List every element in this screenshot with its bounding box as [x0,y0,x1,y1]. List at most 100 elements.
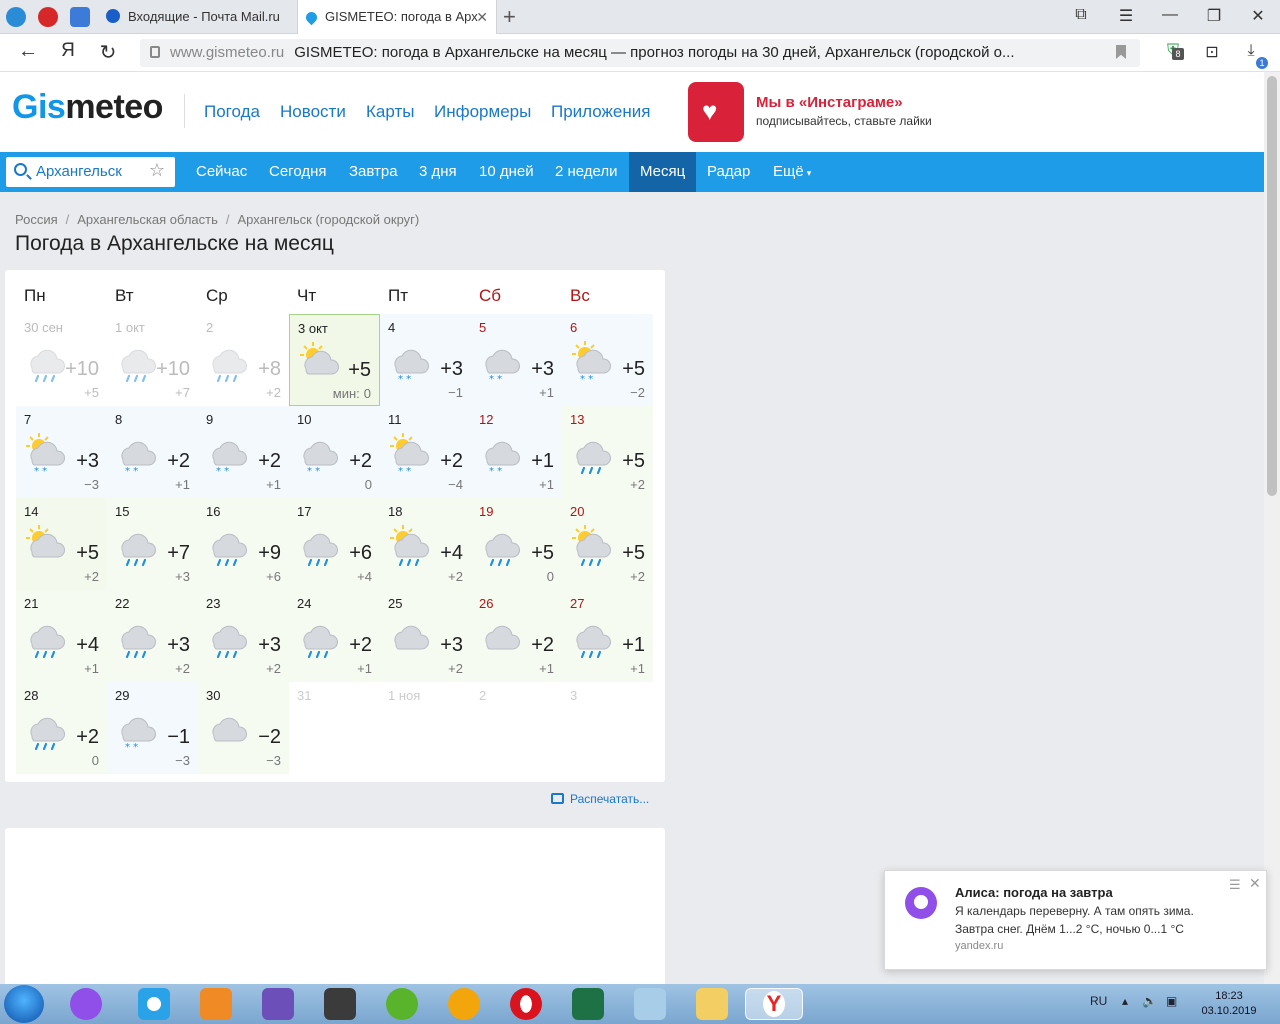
calendar-day[interactable]: 15 +7 +3 [107,498,198,590]
calendar-day[interactable]: 30 −2 −3 [198,682,289,774]
world-of-tanks-icon[interactable] [324,988,356,1020]
yandex-browser-taskbar-icon[interactable]: Y [745,988,803,1020]
notepad-icon[interactable] [634,988,666,1020]
calendar-day[interactable]: 9 * * +2 +1 [198,406,289,498]
calendar-day[interactable]: 25 +3 +2 [380,590,471,682]
scrollbar-thumb[interactable] [1267,76,1277,496]
calendar-day[interactable]: 7 * * +3 −3 [16,406,107,498]
calendar-day[interactable]: 16 +9 +6 [198,498,289,590]
calendar-day[interactable]: 17 +6 +4 [289,498,380,590]
tab-3-days[interactable]: 3 дня [408,152,468,192]
close-window-icon[interactable]: ✕ [1246,6,1270,26]
calendar-day[interactable]: 20 +5 +2 [562,498,653,590]
explorer-folder-icon[interactable] [696,988,728,1020]
tray-expand-icon[interactable]: ▴ [1122,994,1128,1008]
nav-informers[interactable]: Информеры [434,102,531,122]
day-min-temp: +2 [266,385,281,400]
calendar-day[interactable]: 8 * * +2 +1 [107,406,198,498]
tab-mail[interactable]: Входящие - Почта Mail.ru [98,0,296,34]
chat-icon[interactable] [70,7,90,27]
calendar-day[interactable]: 12 * * +1 +1 [471,406,562,498]
nav-weather[interactable]: Погода [204,102,260,122]
calendar-day[interactable]: 3 окт +5 мин: 0 [289,314,380,406]
utorrent-icon[interactable] [386,988,418,1020]
calendar-day[interactable]: 10 * * +2 0 [289,406,380,498]
instagram-promo-icon[interactable]: ♥ [688,82,744,142]
nav-news[interactable]: Новости [280,102,346,122]
media-player-icon[interactable] [200,988,232,1020]
network-icon[interactable]: ▣ [1166,994,1177,1008]
print-link[interactable]: Распечатать... [551,792,649,806]
breadcrumb-russia[interactable]: Россия [15,212,58,227]
tab-more[interactable]: Ещё ▾ [762,152,822,192]
yandex-icon[interactable]: Я [55,40,81,62]
calendar-day[interactable]: 27 +1 +1 [562,590,653,682]
city-search[interactable]: Архангельск ☆ [6,157,175,187]
restore-icon[interactable]: ❐ [1202,6,1226,26]
notification-close-icon[interactable]: ✕ [1249,875,1261,892]
breadcrumb-city[interactable]: Архангельск (городской округ) [238,212,420,227]
calendar-day[interactable]: 18 +4 +2 [380,498,471,590]
calendar-day[interactable]: 28 +2 0 [16,682,107,774]
city-search-value[interactable]: Архангельск [36,163,122,180]
opera-icon[interactable] [510,988,542,1020]
page-title: Погода в Архангельске на месяц [15,232,334,255]
tab-radar[interactable]: Радар [696,152,761,192]
gismeteo-logo[interactable]: Gismeteo [12,88,163,127]
reload-icon[interactable]: ↻ [95,40,121,65]
tab-now[interactable]: Сейчас [185,152,258,192]
calendar-day[interactable]: 19 +5 0 [471,498,562,590]
visual-studio-icon[interactable] [262,988,294,1020]
calendar-day[interactable]: 11 * * +2 −4 [380,406,471,498]
favorite-star-icon[interactable]: ☆ [149,160,165,181]
calendar-day[interactable]: 14 +5 +2 [16,498,107,590]
min-temp-value: +2 [266,385,281,400]
calendar-day[interactable]: 26 +2 +1 [471,590,562,682]
excel-icon[interactable] [572,988,604,1020]
calendar-day[interactable]: 24 +2 +1 [289,590,380,682]
aimp-icon[interactable] [448,988,480,1020]
notification-line-1: Я календарь переверну. А там опять зима. [955,904,1194,918]
start-button-icon[interactable] [4,985,44,1023]
close-tab-icon[interactable]: ✕ [476,0,488,34]
stop-icon[interactable] [38,7,58,27]
url-field[interactable]: www.gismeteo.ru GISMETEO: погода в Арханг… [140,39,1140,67]
tab-month[interactable]: Месяц [629,152,697,192]
calendar-day[interactable]: 13 +5 +2 [562,406,653,498]
breadcrumb-region[interactable]: Архангельская область [77,212,218,227]
notification-menu-icon[interactable]: ☰ [1229,877,1241,893]
calendar-day[interactable]: 4 * * +3 −1 [380,314,471,406]
page-scrollbar[interactable] [1264,72,1280,984]
tab-2-weeks[interactable]: 2 недели [544,152,629,192]
calendar-day[interactable]: 6 * * +5 −2 [562,314,653,406]
instagram-promo-title[interactable]: Мы в «Инстаграме» [756,94,903,111]
tab-tomorrow[interactable]: Завтра [338,152,409,192]
tab-today[interactable]: Сегодня [258,152,338,192]
calendar-day[interactable]: 21 +4 +1 [16,590,107,682]
new-tab-icon[interactable]: + [503,4,516,30]
menu-icon[interactable]: ☰ [1114,6,1138,26]
calendar-day[interactable]: 29 * * −1 −3 [107,682,198,774]
day-max-temp: +5 [622,358,645,380]
calendar-day[interactable]: 5 * * +3 +1 [471,314,562,406]
day-max-temp: +3 [167,634,190,656]
bookmarks-icon[interactable]: ⧉ [1069,6,1093,24]
alice-notification[interactable]: Алиса: погода на завтра Я календарь пере… [884,870,1267,970]
ie-icon[interactable] [138,988,170,1020]
taskbar-clock[interactable]: 18:23 03.10.2019 [1194,989,1264,1019]
tab-gismeteo[interactable]: GISMETEO: погода в Арх ✕ [297,0,497,34]
nav-apps[interactable]: Приложения [551,102,650,122]
skype-icon[interactable] [6,7,26,27]
volume-icon[interactable]: 🔈 [1142,994,1157,1008]
windows-taskbar: Y RU ▴ 🔈 ▣ 18:23 03.10.2019 [0,984,1280,1024]
back-icon[interactable]: ← [15,40,41,63]
calendar-day[interactable]: 23 +3 +2 [198,590,289,682]
language-indicator[interactable]: RU [1090,994,1107,1008]
alice-taskbar-icon[interactable] [70,988,102,1020]
tab-10-days[interactable]: 10 дней [468,152,545,192]
minimize-icon[interactable]: — [1158,6,1182,24]
translate-icon[interactable]: ⊡ [1201,42,1223,64]
calendar-day[interactable]: 22 +3 +2 [107,590,198,682]
nav-maps[interactable]: Карты [366,102,414,122]
bookmark-icon[interactable] [1116,45,1126,59]
